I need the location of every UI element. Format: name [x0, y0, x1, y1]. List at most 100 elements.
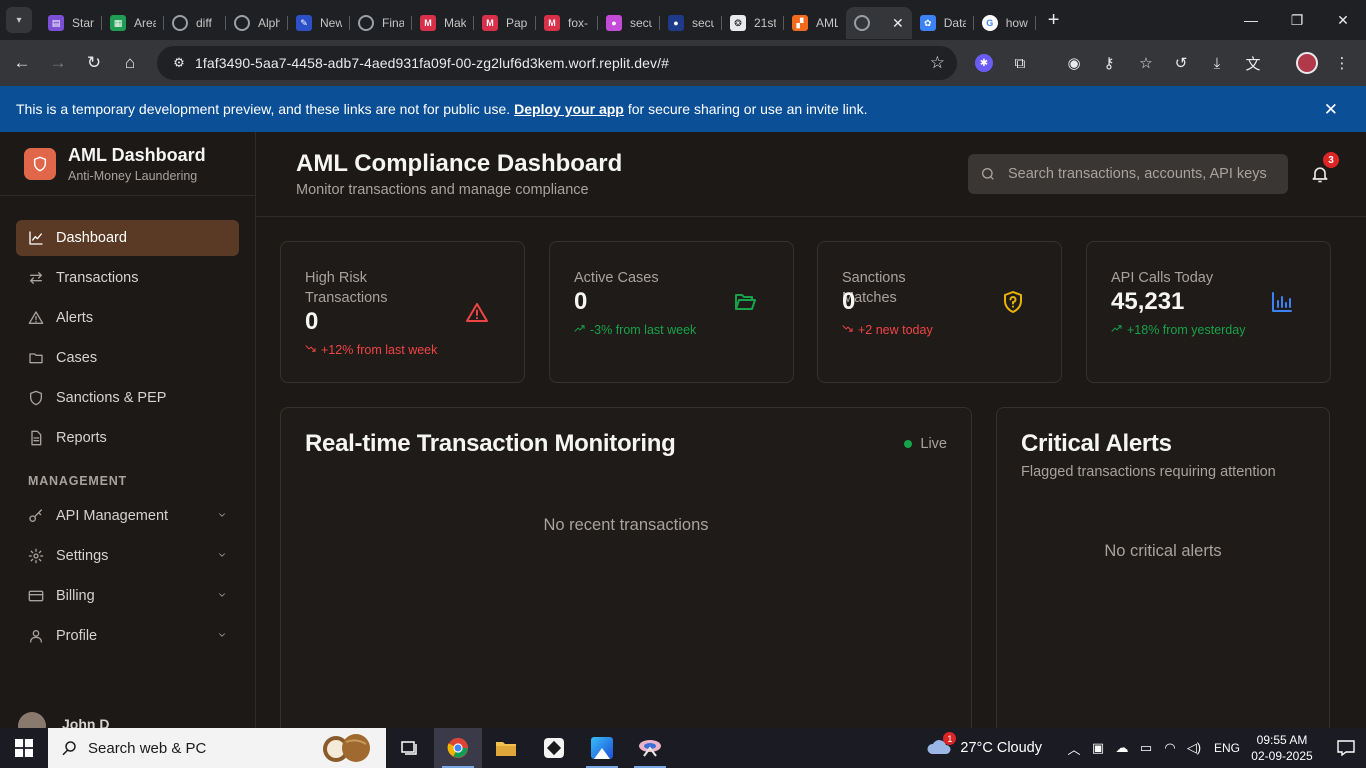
- tab-search-button[interactable]: ▾: [6, 7, 32, 33]
- clock[interactable]: 09:55 AM 02-09-2025: [1250, 732, 1314, 764]
- document-icon: [28, 430, 44, 446]
- profile-avatar[interactable]: [1290, 46, 1324, 80]
- browser-tab[interactable]: ▞ AML: [784, 7, 846, 39]
- battery-icon[interactable]: ▭: [1134, 740, 1158, 756]
- sidebar-item-settings[interactable]: Settings: [16, 538, 239, 574]
- minimize-button[interactable]: —: [1228, 0, 1274, 40]
- browser-tab[interactable]: ▤ Start: [40, 7, 102, 39]
- live-label: Live: [920, 436, 947, 452]
- sidebar-item-reports[interactable]: Reports: [16, 420, 239, 456]
- notification-center-icon[interactable]: [1326, 740, 1366, 756]
- tab-favicon-icon: M: [482, 15, 498, 31]
- wifi-icon[interactable]: ◠: [1158, 740, 1182, 756]
- translate-icon[interactable]: 文: [1236, 46, 1270, 80]
- tab-favicon-icon: [172, 15, 188, 31]
- tab-title: Area: [134, 16, 156, 30]
- language-indicator[interactable]: ENG: [1214, 741, 1240, 755]
- browser-tab[interactable]: ❂ 21st: [722, 7, 784, 39]
- extensions-puzzle-icon[interactable]: ⧉: [1003, 46, 1037, 80]
- tab-favicon-icon: ●: [668, 15, 684, 31]
- sidebar-item-billing[interactable]: Billing: [16, 578, 239, 614]
- browser-tab[interactable]: ● secu: [598, 7, 660, 39]
- browser-tab[interactable]: ✎ New: [288, 7, 350, 39]
- deploy-app-link[interactable]: Deploy your app: [514, 101, 624, 117]
- password-key-icon[interactable]: ⚷: [1092, 46, 1126, 80]
- weather-text: 27°C Cloudy: [960, 740, 1042, 756]
- url-text[interactable]: 1faf3490-5aa7-4458-adb7-4aed931fa09f-00-…: [195, 55, 669, 71]
- browser-tab[interactable]: Mfox-: [536, 7, 598, 39]
- sidebar-item-transactions[interactable]: Transactions: [16, 260, 239, 296]
- download-icon[interactable]: ⤓: [1200, 46, 1234, 80]
- tab-favicon-icon: ❂: [730, 15, 746, 31]
- browser-tab[interactable]: M Mak: [412, 7, 474, 39]
- search-input[interactable]: Search transactions, accounts, API keys: [968, 154, 1288, 194]
- site-info-icon[interactable]: ⚙: [167, 55, 191, 71]
- bar-chart-icon: [1270, 290, 1294, 314]
- stat-value: 0: [574, 288, 588, 315]
- sidebar-item-api-management[interactable]: API Management: [16, 498, 239, 534]
- browser-tab[interactable]: M Pap: [474, 7, 536, 39]
- sidebar-item-dashboard[interactable]: Dashboard: [16, 220, 239, 256]
- browser-menu-icon[interactable]: ⋮: [1325, 46, 1359, 80]
- sidebar-item-cases[interactable]: Cases: [16, 340, 239, 376]
- folder-open-icon: [733, 290, 757, 314]
- back-button[interactable]: ←: [4, 45, 40, 81]
- forward-button[interactable]: →: [40, 45, 76, 81]
- sidebar-item-label: Alerts: [56, 310, 94, 326]
- new-tab-button[interactable]: +: [1048, 9, 1068, 32]
- close-window-button[interactable]: ✕: [1320, 0, 1366, 40]
- user-name[interactable]: John D: [62, 716, 109, 728]
- weather-widget[interactable]: 1 27°C Cloudy: [926, 732, 1042, 758]
- home-button[interactable]: ⌂: [112, 45, 148, 81]
- meet-now-icon[interactable]: ▣: [1086, 740, 1110, 756]
- task-view-icon[interactable]: [386, 728, 434, 768]
- history-icon[interactable]: ↺: [1164, 46, 1198, 80]
- browser-tab[interactable]: Ghow: [974, 7, 1036, 39]
- browser-tab[interactable]: Alph: [226, 7, 288, 39]
- maximize-button[interactable]: ❐: [1274, 0, 1320, 40]
- reload-button[interactable]: ↻: [76, 45, 112, 81]
- taskbar-search[interactable]: Search web & PC: [48, 728, 386, 768]
- favorites-icon[interactable]: ☆: [1129, 46, 1163, 80]
- browser-tab[interactable]: ▦ Area: [102, 7, 164, 39]
- cloud-icon: 1: [926, 732, 957, 758]
- sidebar-item-profile[interactable]: Profile: [16, 618, 239, 654]
- start-button[interactable]: [0, 728, 48, 768]
- transaction-monitoring-panel: Real-time Transaction Monitoring Live No…: [280, 407, 972, 747]
- notification-badge: 3: [1323, 152, 1339, 168]
- system-tray: 1 27°C Cloudy ︿ ▣ ☁ ▭ ◠ ◁) ENG 09:55 AM …: [926, 728, 1366, 768]
- tab-title: Fina: [382, 16, 404, 30]
- file-explorer-icon[interactable]: [482, 728, 530, 768]
- tab-favicon-icon: G: [981, 15, 998, 31]
- chrome-taskbar-icon[interactable]: [434, 728, 482, 768]
- banner-close-icon[interactable]: ✕: [1324, 100, 1338, 120]
- screenshot-icon[interactable]: ◉: [1057, 46, 1091, 80]
- sidebar: AML Dashboard Anti-Money Laundering Dash…: [0, 132, 256, 728]
- chart-line-icon: [28, 230, 44, 246]
- bookmark-star-icon[interactable]: ☆: [930, 53, 945, 73]
- stat-value: 0: [305, 308, 319, 335]
- snipping-tool-icon[interactable]: [626, 728, 674, 768]
- volume-icon[interactable]: ◁): [1182, 740, 1206, 756]
- browser-tab[interactable]: ✿ Data: [912, 7, 974, 39]
- browser-tab[interactable]: diff: [164, 7, 226, 39]
- sidebar-item-sanctions-pep[interactable]: Sanctions & PEP: [16, 380, 239, 416]
- extension-icon[interactable]: ✱: [967, 46, 1001, 80]
- weather-badge: 1: [943, 732, 957, 745]
- browser-tab[interactable]: ● secu: [660, 7, 722, 39]
- brand: AML Dashboard Anti-Money Laundering: [0, 132, 255, 196]
- browser-tab[interactable]: ✕: [846, 7, 912, 39]
- arrows-left-right-icon: [28, 270, 44, 286]
- sidebar-nav: Dashboard Transactions Alerts Cases Sanction…: [0, 196, 255, 654]
- sidebar-item-alerts[interactable]: Alerts: [16, 300, 239, 336]
- address-bar[interactable]: ⚙ 1faf3490-5aa7-4458-adb7-4aed931fa09f-0…: [157, 46, 957, 80]
- tab-close-icon[interactable]: ✕: [892, 15, 904, 32]
- tab-favicon-icon: ✿: [919, 15, 936, 31]
- chevron-up-icon[interactable]: ︿: [1062, 739, 1086, 758]
- onedrive-icon[interactable]: ☁: [1110, 740, 1134, 756]
- terminal-app-icon[interactable]: [530, 728, 578, 768]
- user-avatar[interactable]: [18, 712, 46, 728]
- browser-tab[interactable]: Fina: [350, 7, 412, 39]
- photos-app-icon[interactable]: [578, 728, 626, 768]
- alerts-empty-state: No critical alerts: [1104, 542, 1222, 560]
